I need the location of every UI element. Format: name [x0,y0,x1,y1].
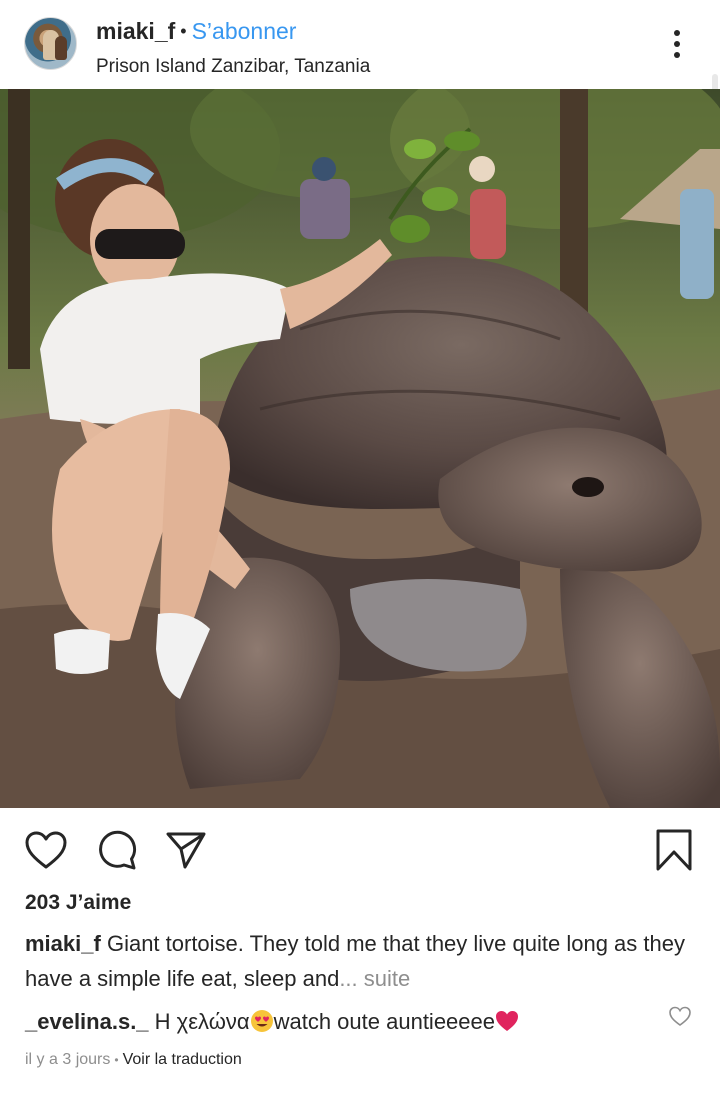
caption-ellipsis: ... [339,966,358,991]
post-meta: il y a 3 jours • Voir la traduction [25,1051,242,1069]
heart-eyes-emoji-icon [250,1010,273,1032]
more-vertical-icon[interactable] [662,26,692,62]
bookmark-icon[interactable] [650,826,698,874]
avatar-figure [55,36,67,60]
meta-separator: • [114,1053,119,1067]
separator-dot: • [180,21,187,41]
post-timestamp: il y a 3 jours [25,1051,111,1068]
comment-bubble-icon[interactable] [93,826,141,874]
heart-outline-icon[interactable] [22,826,70,874]
action-bar [0,818,720,884]
header-top-line: miaki_f • S’abonner [96,18,296,45]
translate-link[interactable]: Voir la traduction [123,1051,242,1068]
post-location[interactable]: Prison Island Zanzibar, Tanzania [96,56,370,78]
comment-row: _evelina.s._ Η χελώνα watch oute auntiee… [25,1004,665,1039]
comment-like-heart-icon[interactable] [668,1005,692,1027]
post-username[interactable]: miaki_f [96,18,175,45]
follow-button[interactable]: S’abonner [192,18,297,45]
send-icon[interactable] [162,826,210,874]
avatar[interactable] [24,17,77,70]
comment-text-2: watch oute auntieeeee [273,1009,495,1034]
likes-count[interactable]: 203 J’aime [25,891,131,915]
comment-username[interactable]: _evelina.s._ [25,1009,149,1034]
comment-text: Η χελώνα [154,1009,250,1034]
photo-illustration [0,89,720,808]
caption-username[interactable]: miaki_f [25,931,101,956]
caption-more-link[interactable]: suite [364,966,410,991]
post-header: miaki_f • S’abonner Prison Island Zanzib… [0,0,720,88]
post-photo[interactable] [0,89,720,808]
post-caption: miaki_f Giant tortoise. They told me tha… [25,926,705,996]
red-heart-emoji-icon [496,1011,518,1031]
